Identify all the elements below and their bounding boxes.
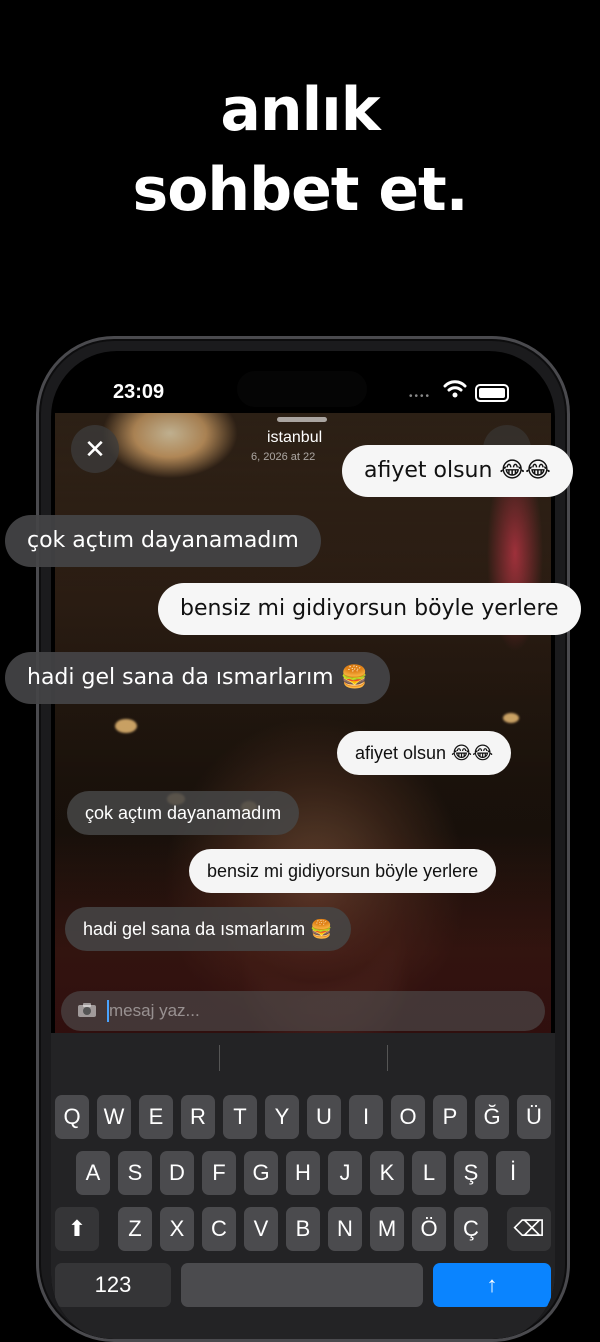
key-p[interactable]: P (433, 1095, 467, 1139)
shift-key[interactable]: ⬆ (55, 1207, 99, 1251)
key-f[interactable]: F (202, 1151, 236, 1195)
key-k[interactable]: K (370, 1151, 404, 1195)
key-i̇[interactable]: İ (496, 1151, 530, 1195)
key-y[interactable]: Y (265, 1095, 299, 1139)
key-h[interactable]: H (286, 1151, 320, 1195)
key-v[interactable]: V (244, 1207, 278, 1251)
story-location: istanbul (267, 429, 323, 446)
key-z[interactable]: Z (118, 1207, 152, 1251)
delete-key[interactable]: ⌫ (507, 1207, 551, 1251)
key-n[interactable]: N (328, 1207, 362, 1251)
headline-line-2: sohbet et. (132, 155, 468, 225)
chat-bubble[interactable]: hadi gel sana da ısmarlarım 🍔 (65, 907, 351, 951)
chat-bubble[interactable]: çok açtım dayanamadım (67, 791, 300, 835)
keyboard: Q W E R T Y U I O P Ğ Ü A S D F G H J K L Ş İ ⬆ Z X C V B N M Ö Ç ⌫ 123 ↑ (51, 1033, 555, 1339)
message-placeholder: mesaj yaz... (109, 1001, 200, 1020)
headline: anlık sohbet et. (0, 70, 600, 230)
overlay-bubble: bensiz mi gidiyorsun böyle yerlere (158, 583, 581, 635)
key-w[interactable]: W (97, 1095, 131, 1139)
key-c[interactable]: C (202, 1207, 236, 1251)
key-s[interactable]: S (118, 1151, 152, 1195)
key-ü[interactable]: Ü (517, 1095, 551, 1139)
key-ğ[interactable]: Ğ (475, 1095, 509, 1139)
key-x[interactable]: X (160, 1207, 194, 1251)
signal-icon: •••• (409, 391, 432, 402)
camera-icon[interactable] (77, 1002, 97, 1018)
key-ç[interactable]: Ç (454, 1207, 488, 1251)
wifi-icon (443, 380, 467, 398)
chat-bubble[interactable]: bensiz mi gidiyorsun böyle yerlere (189, 849, 497, 893)
space-key[interactable] (181, 1263, 423, 1307)
key-j[interactable]: J (328, 1151, 362, 1195)
overlay-bubble: çok açtım dayanamadım (5, 515, 321, 567)
key-ö[interactable]: Ö (412, 1207, 446, 1251)
overlay-bubble: hadi gel sana da ısmarlarım 🍔 (5, 652, 390, 704)
key-o[interactable]: O (391, 1095, 425, 1139)
key-d[interactable]: D (160, 1151, 194, 1195)
overlay-bubble: afiyet olsun 😂😂 (342, 445, 573, 497)
key-e[interactable]: E (139, 1095, 173, 1139)
numbers-key[interactable]: 123 (55, 1263, 171, 1307)
battery-icon (475, 384, 509, 402)
key-m[interactable]: M (370, 1207, 404, 1251)
status-bar: 23:09 •••• (51, 351, 555, 413)
key-a[interactable]: A (76, 1151, 110, 1195)
send-key[interactable]: ↑ (433, 1263, 551, 1307)
key-ş[interactable]: Ş (454, 1151, 488, 1195)
key-q[interactable]: Q (55, 1095, 89, 1139)
key-l[interactable]: L (412, 1151, 446, 1195)
message-input[interactable]: mesaj yaz... (61, 991, 545, 1031)
key-i[interactable]: I (349, 1095, 383, 1139)
dynamic-island (237, 371, 367, 407)
phone-screen: 23:09 •••• ✕ istanbul 6, 2026 at 22 afiy… (51, 351, 555, 1339)
chat-bubble[interactable]: afiyet olsun 😂😂 (337, 731, 512, 775)
key-b[interactable]: B (286, 1207, 320, 1251)
key-g[interactable]: G (244, 1151, 278, 1195)
key-r[interactable]: R (181, 1095, 215, 1139)
story-date: 6, 2026 at 22 (251, 451, 316, 463)
sheet-grabber[interactable] (277, 417, 327, 422)
status-time: 23:09 (113, 381, 165, 403)
headline-line-1: anlık (220, 75, 380, 145)
suggestion-bar (51, 1033, 555, 1079)
key-t[interactable]: T (223, 1095, 257, 1139)
close-button[interactable]: ✕ (71, 425, 119, 473)
key-u[interactable]: U (307, 1095, 341, 1139)
